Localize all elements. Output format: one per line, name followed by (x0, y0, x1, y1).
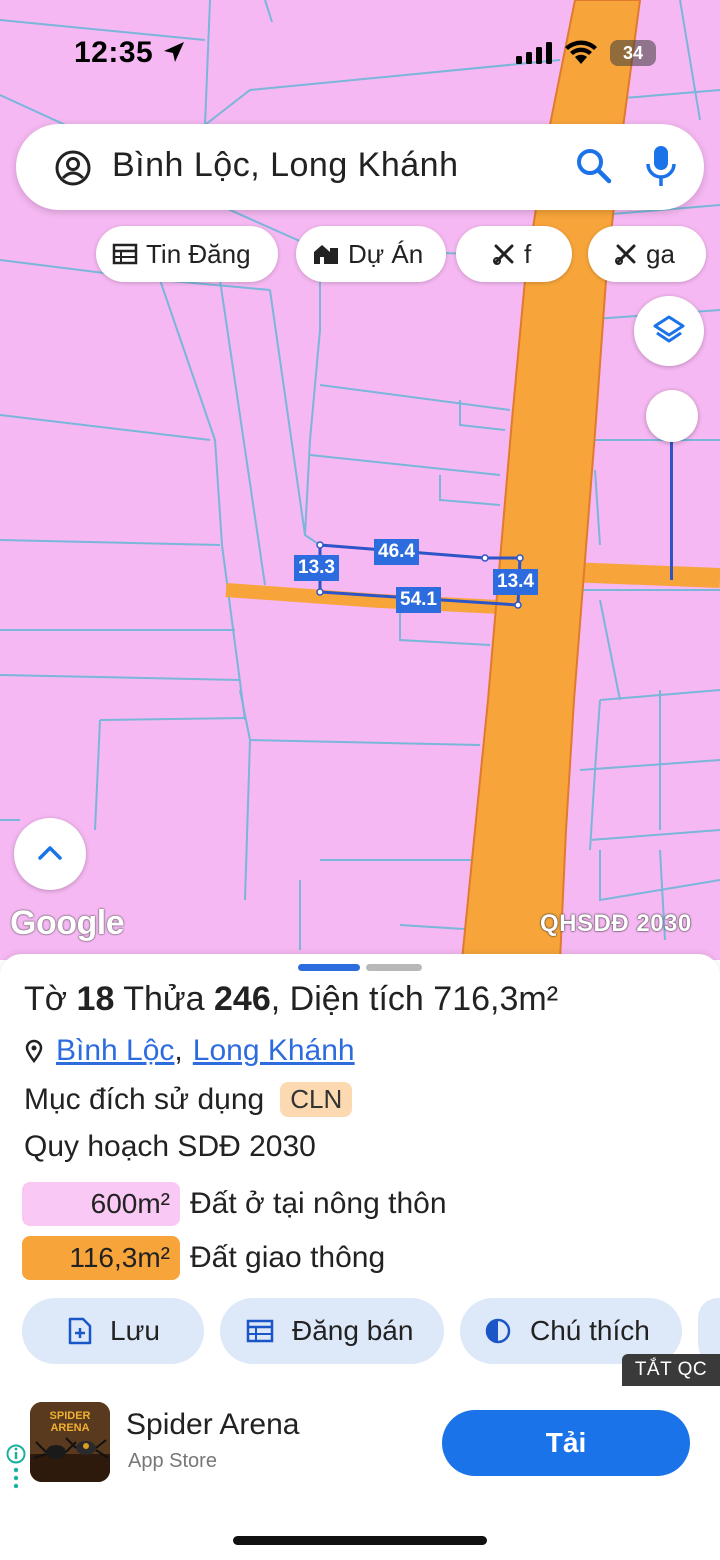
sheet-handle-active[interactable] (298, 964, 360, 971)
map-view[interactable]: 46.4 13.3 13.4 54.1 12:35 34 Bình Lộc, L… (0, 0, 720, 960)
download-button[interactable]: Tải (442, 1410, 690, 1476)
zone-row: 116,3m² Đất giao thông (22, 1236, 385, 1280)
chip-du-an[interactable]: Dự Án (296, 226, 446, 282)
save-label: Lưu (110, 1315, 160, 1346)
location-arrow-icon (164, 42, 184, 62)
legend-label: Chú thích (530, 1315, 650, 1346)
purpose-code-badge: CLN (280, 1082, 353, 1117)
ad-banner[interactable]: SPIDER ARENA Spider Arena App Store Tải (0, 1386, 720, 1560)
mic-icon[interactable] (644, 144, 678, 188)
city-link[interactable]: Long Khánh (193, 1034, 355, 1068)
address: Bình Lộc, Long Khánh (24, 1034, 355, 1068)
plot-label: Thửa (123, 980, 205, 1018)
zone-area: 600m² (22, 1182, 180, 1226)
ad-app-name: Spider Arena (126, 1408, 300, 1441)
parcel-title: Tờ 18 Thửa 246, Diện tích 716,3m² (24, 980, 559, 1018)
tools-icon (615, 244, 636, 265)
zone-row: 600m² Đất ở tại nông thôn (22, 1182, 447, 1226)
close-ad-button[interactable]: TẮT QC (622, 1354, 720, 1386)
status-time: 12:35 (74, 36, 154, 69)
sheet-handle-inactive[interactable] (366, 964, 422, 971)
purpose-label: Mục đích sử dụng (24, 1082, 265, 1116)
layers-icon (653, 315, 685, 343)
parcel-info-sheet: Tờ 18 Thửa 246, Diện tích 716,3m² Bình L… (0, 954, 720, 1386)
app-icon-text: SPIDER ARENA (49, 1410, 91, 1434)
chip-f[interactable]: f (456, 226, 572, 282)
post-sale-button[interactable]: Đăng bán (220, 1298, 444, 1364)
location-pin-icon (25, 1039, 43, 1063)
search-icon[interactable] (574, 146, 614, 186)
ward-link[interactable]: Bình Lộc (56, 1034, 174, 1068)
measure-label-left: 13.3 (294, 555, 339, 581)
cellular-signal-icon (516, 42, 552, 64)
status-bar: 12:35 34 (0, 0, 720, 100)
chip-label: ga (646, 238, 675, 269)
zone-label: Đất giao thông (190, 1241, 386, 1274)
area-label: Diện tích (289, 980, 424, 1018)
home-indicator[interactable] (233, 1536, 487, 1545)
tools-icon (493, 244, 514, 265)
battery-icon: 34 (610, 40, 656, 66)
measure-label-top: 46.4 (374, 539, 419, 565)
zone-area: 116,3m² (22, 1236, 180, 1280)
chip-label: f (524, 238, 532, 269)
search-input[interactable]: Bình Lộc, Long Khánh (112, 146, 459, 185)
plan-title: Quy hoạch SDĐ 2030 (24, 1130, 316, 1163)
sheet-number: 18 (76, 980, 115, 1018)
contrast-icon (485, 1318, 511, 1344)
address-separator: , (174, 1034, 183, 1067)
search-bar[interactable]: Bình Lộc, Long Khánh (16, 124, 704, 210)
measure-label-bottom: 54.1 (396, 587, 441, 613)
post-sale-label: Đăng bán (292, 1315, 414, 1346)
expand-up-button[interactable] (14, 818, 86, 890)
chip-label: Dự Án (348, 238, 424, 269)
chip-ga[interactable]: ga (588, 226, 706, 282)
add-file-icon (68, 1317, 92, 1345)
wifi-icon (565, 40, 597, 64)
plot-number: 246 (214, 980, 271, 1018)
area-value: 716,3m² (433, 980, 559, 1018)
table-icon (112, 243, 138, 265)
land-use-purpose: Mục đích sử dụng CLN (24, 1082, 353, 1117)
opacity-slider-knob[interactable] (646, 390, 698, 442)
table-icon (246, 1319, 274, 1343)
chip-tin-dang[interactable]: Tin Đăng (96, 226, 278, 282)
battery-level: 34 (622, 43, 644, 63)
chip-label: Tin Đăng (146, 238, 251, 269)
ad-info-icon[interactable] (6, 1444, 26, 1494)
google-logo: Google (10, 904, 125, 942)
save-button[interactable]: Lưu (22, 1298, 204, 1364)
building-icon (314, 245, 338, 264)
zone-label: Đất ở tại nông thôn (190, 1187, 447, 1220)
layer-label: QHSDĐ 2030 (540, 910, 692, 937)
app-icon[interactable]: SPIDER ARENA (30, 1402, 110, 1482)
chevron-up-icon (38, 846, 62, 860)
layers-button[interactable] (634, 296, 704, 366)
sheet-label: Tờ (24, 980, 68, 1018)
measure-label-right: 13.4 (493, 569, 538, 595)
profile-icon[interactable] (54, 149, 92, 187)
ad-store-label: App Store (128, 1450, 217, 1472)
